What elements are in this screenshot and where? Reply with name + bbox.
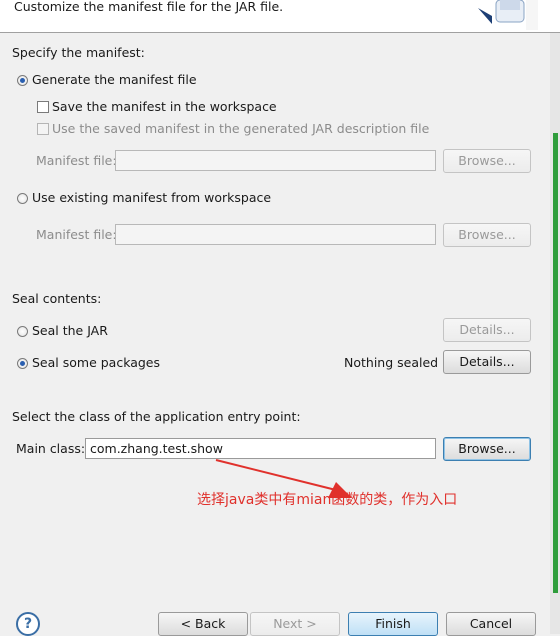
- generate-manifest-radio[interactable]: [17, 75, 28, 86]
- main-class-browse-button[interactable]: Browse...: [443, 437, 531, 461]
- existing-manifest-browse-button[interactable]: Browse...: [443, 223, 531, 247]
- existing-manifest-label: Use existing manifest from workspace: [32, 190, 272, 205]
- annotation-note: 选择java类中有mian函数的类，作为入口: [197, 492, 458, 508]
- help-icon[interactable]: ?: [16, 612, 40, 636]
- seal-packages-radio[interactable]: [17, 358, 28, 369]
- seal-jar-details-button[interactable]: Details...: [443, 318, 531, 342]
- main-class-label: Main class:: [16, 441, 86, 456]
- seal-packages-label: Seal some packages: [32, 355, 161, 370]
- seal-status-text: Nothing sealed: [344, 355, 439, 370]
- manifest-browse-button[interactable]: Browse...: [443, 149, 531, 173]
- wizard-header: Customize the manifest file for the JAR …: [0, 0, 560, 33]
- use-saved-manifest-label: Use the saved manifest in the generated …: [52, 121, 430, 136]
- seal-jar-label: Seal the JAR: [32, 323, 108, 338]
- existing-manifest-radio[interactable]: [17, 193, 28, 204]
- existing-manifest-file-input[interactable]: [115, 224, 436, 245]
- next-button[interactable]: Next >: [250, 612, 340, 636]
- generate-manifest-label: Generate the manifest file: [32, 72, 197, 87]
- finish-button[interactable]: Finish: [348, 612, 438, 636]
- use-saved-manifest-checkbox[interactable]: [37, 123, 49, 135]
- back-button[interactable]: < Back: [158, 612, 248, 636]
- save-manifest-checkbox[interactable]: [37, 101, 49, 113]
- save-manifest-label: Save the manifest in the workspace: [52, 99, 277, 114]
- jar-wizard-icon: [478, 0, 538, 30]
- seal-packages-details-button[interactable]: Details...: [443, 350, 531, 374]
- manifest-file-input[interactable]: [115, 150, 436, 171]
- existing-manifest-file-label: Manifest file:: [36, 227, 117, 242]
- manifest-file-label: Manifest file:: [36, 153, 117, 168]
- header-description: Customize the manifest file for the JAR …: [14, 0, 284, 14]
- entry-section-title: Select the class of the application entr…: [12, 409, 301, 424]
- seal-jar-radio[interactable]: [17, 326, 28, 337]
- manifest-section-title: Specify the manifest:: [12, 45, 145, 60]
- cancel-button[interactable]: Cancel: [446, 612, 536, 636]
- seal-section-title: Seal contents:: [12, 291, 102, 306]
- scrollbar-strip: [550, 33, 560, 634]
